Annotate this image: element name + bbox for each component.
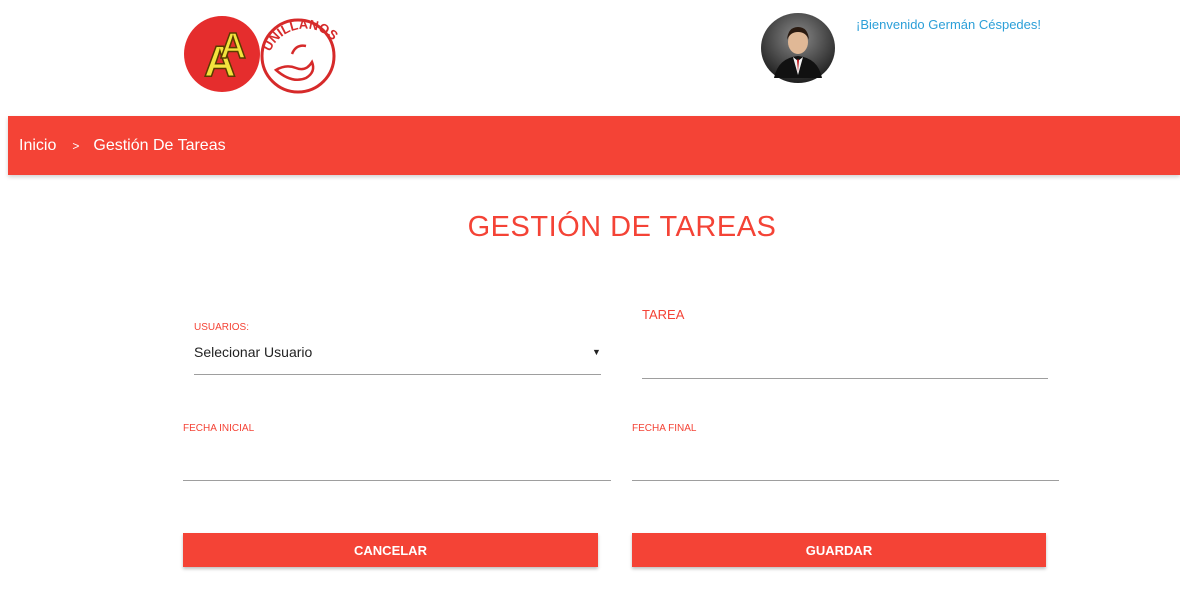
fecha-inicial-underline — [183, 480, 611, 481]
header: A A UNILLANOS ¡Bienvenido Germán Céspede… — [0, 0, 1180, 116]
tarea-underline — [642, 378, 1048, 379]
usuarios-label: USUARIOS: — [194, 322, 250, 333]
usuarios-underline — [194, 374, 601, 375]
fecha-final-label: FECHA FINAL — [632, 423, 697, 434]
tarea-label: TAREA — [642, 307, 685, 322]
page-title: GESTIÓN DE TAREAS — [467, 211, 777, 243]
tarea-input[interactable] — [642, 330, 1048, 378]
dropdown-arrow-icon[interactable]: ▼ — [592, 347, 601, 357]
breadcrumb-home-link[interactable]: Inicio — [19, 137, 56, 155]
fecha-final-input[interactable] — [632, 440, 1059, 480]
svg-text:A: A — [220, 25, 246, 66]
fecha-inicial-label: FECHA INICIAL — [183, 423, 255, 434]
unillanos-logo: A A UNILLANOS — [184, 16, 340, 94]
fecha-inicial-input[interactable] — [183, 440, 611, 480]
breadcrumb-bar: Inicio > Gestión De Tareas — [8, 116, 1180, 175]
welcome-message: ¡Bienvenido Germán Céspedes! — [856, 17, 1041, 32]
fecha-final-underline — [632, 480, 1059, 481]
breadcrumb-current: Gestión De Tareas — [93, 136, 226, 154]
breadcrumb-separator: > — [72, 138, 80, 153]
save-button[interactable]: GUARDAR — [632, 533, 1046, 567]
usuarios-select-value[interactable]: Selecionar Usuario — [194, 344, 312, 360]
user-avatar[interactable] — [760, 12, 836, 84]
cancel-button[interactable]: CANCELAR — [183, 533, 598, 567]
